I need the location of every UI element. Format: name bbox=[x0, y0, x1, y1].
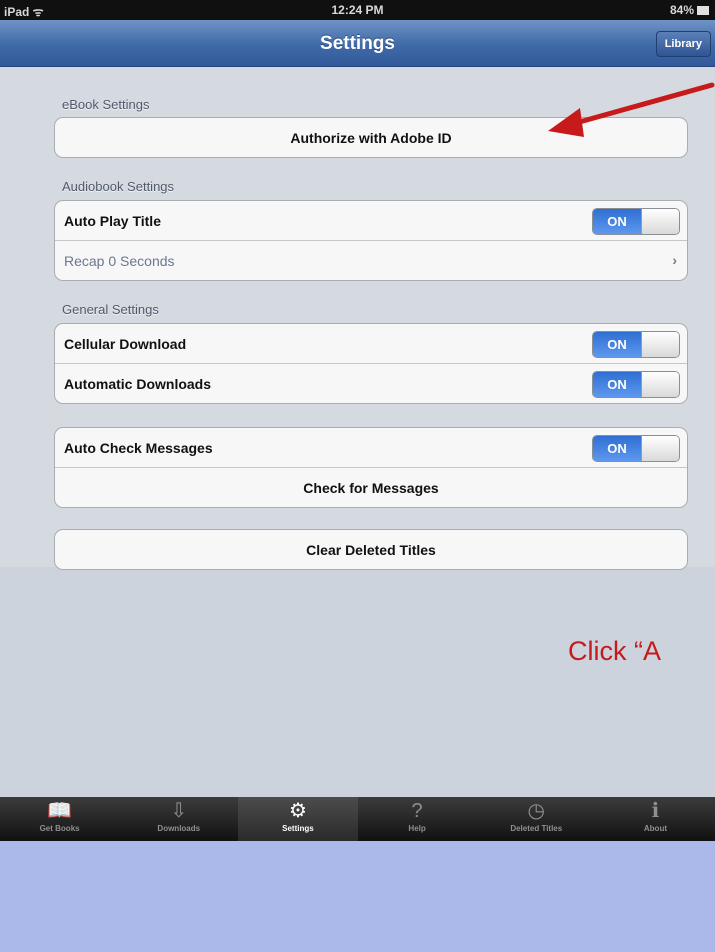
ipad-screen: iPad ᯤ 12:24 PM 84% Settings Library eBo… bbox=[0, 0, 715, 952]
annotation-text: Click “A bbox=[568, 636, 661, 666]
annotation-arrow-icon bbox=[548, 82, 715, 137]
